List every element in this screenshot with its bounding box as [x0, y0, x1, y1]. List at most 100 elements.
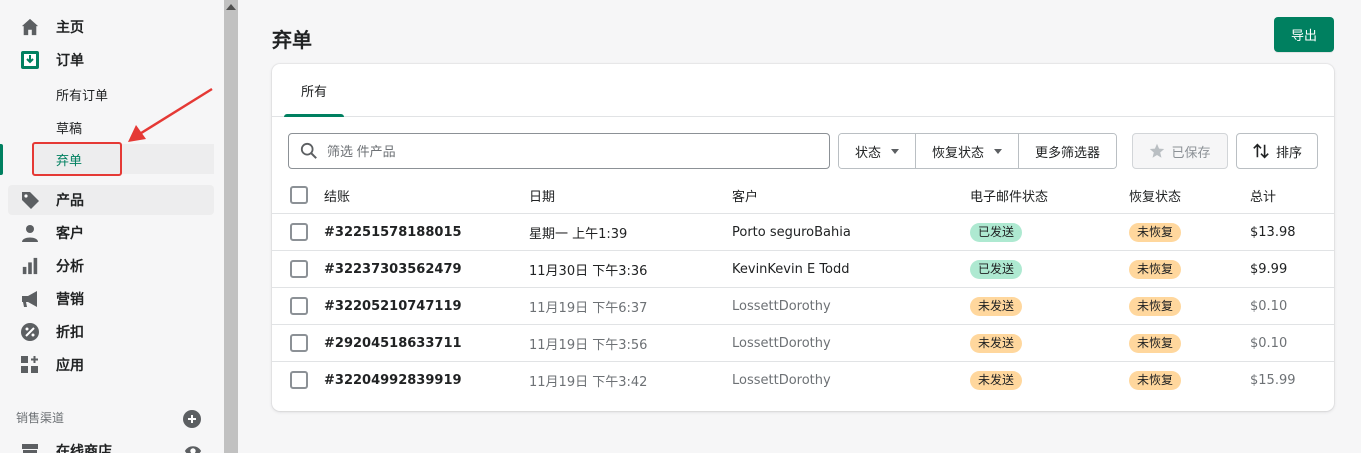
more-filters-label: 更多筛选器	[1035, 145, 1101, 161]
sort-label: 排序	[1275, 145, 1302, 161]
recovery-status-cell: 未恢复	[1129, 288, 1182, 325]
email-status-badge: 未发送	[970, 334, 1023, 353]
checkout-date: 11月19日 下午3:56	[529, 338, 648, 353]
nav-label: 产品	[56, 193, 84, 209]
order-number: #32204992839919	[324, 373, 462, 388]
customer-name: LossettDorothy	[732, 373, 831, 388]
eye-icon[interactable]	[184, 442, 202, 453]
order-number: #32205210747119	[324, 299, 462, 314]
col-checkout[interactable]: 结账	[324, 177, 350, 213]
row-checkbox[interactable]	[290, 260, 308, 278]
order-total: $13.98	[1250, 225, 1296, 240]
recovery-status-cell: 未恢复	[1129, 325, 1182, 362]
tab-bar: 所有	[272, 64, 1334, 117]
table-row[interactable]: #32237303562479 11月30日 下午3:36 KevinKevin E…	[272, 251, 1334, 288]
caret-down-icon	[891, 148, 900, 154]
order-total: $9.99	[1250, 262, 1288, 277]
customer-name: KevinKevin E Todd	[732, 262, 850, 277]
megaphone-icon	[19, 288, 41, 310]
recovery-status-cell: 未恢复	[1129, 362, 1182, 399]
saved-button[interactable]: 已保存	[1132, 133, 1228, 169]
nav-item-online-store[interactable]: 在线商店	[8, 436, 214, 453]
status-filter-button[interactable]: 状态	[839, 134, 917, 168]
sub-item-label: 所有订单	[56, 88, 109, 104]
nav-label: 客户	[56, 226, 84, 242]
nav-label: 应用	[56, 358, 84, 374]
table-row[interactable]: #32251578188015 星期一 上午1:39 Porto seguroBah…	[272, 214, 1334, 251]
tab-underline	[284, 114, 344, 117]
page-title: 弃单	[272, 28, 312, 52]
col-recovery-status[interactable]: 恢复状态	[1129, 177, 1181, 213]
order-number: #29204518633711	[324, 336, 462, 351]
recovery-status-badge: 未恢复	[1129, 334, 1182, 353]
plus-icon	[188, 415, 196, 423]
email-status-badge: 已发送	[970, 223, 1023, 242]
search-input[interactable]	[327, 143, 807, 159]
recovery-status-badge: 未恢复	[1129, 371, 1182, 390]
recovery-status-cell: 未恢复	[1129, 251, 1182, 288]
customer-name: LossettDorothy	[732, 336, 831, 351]
nav-item-discounts[interactable]: 折扣	[8, 317, 214, 347]
nav-label: 在线商店	[56, 444, 112, 453]
recovery-filter-label: 恢复状态	[932, 145, 985, 161]
export-button[interactable]: 导出	[1274, 17, 1334, 52]
col-total[interactable]: 总计	[1250, 177, 1276, 213]
store-icon	[19, 440, 41, 453]
sort-button[interactable]: 排序	[1236, 133, 1318, 169]
tag-icon	[19, 189, 41, 211]
email-status-cell: 未发送	[970, 362, 1023, 399]
row-checkbox[interactable]	[290, 371, 308, 389]
search-field[interactable]	[288, 133, 830, 169]
more-filters-button[interactable]: 更多筛选器	[1019, 134, 1117, 168]
nav-label: 主页	[56, 20, 84, 36]
search-icon	[299, 141, 319, 161]
sales-channels-label: 销售渠道	[16, 411, 65, 425]
row-checkbox[interactable]	[290, 334, 308, 352]
col-email-status[interactable]: 电子邮件状态	[970, 177, 1048, 213]
star-icon	[1150, 143, 1165, 158]
customer-name: Porto seguroBahia	[732, 225, 851, 240]
row-checkbox[interactable]	[290, 297, 308, 315]
email-status-cell: 已发送	[970, 251, 1023, 288]
order-total: $15.99	[1250, 373, 1296, 388]
caret-down-icon	[994, 148, 1003, 154]
nav-item-analytics[interactable]: 分析	[8, 251, 214, 281]
col-customer[interactable]: 客户	[732, 177, 758, 213]
sidebar: 主页 订单 所有订单 草稿 弃单 产品 客户 分析 营销 折扣 应用 销售渠道 …	[0, 0, 224, 453]
col-date[interactable]: 日期	[529, 177, 555, 213]
table-row[interactable]: #32205210747119 11月19日 下午6:37 LossettDorot…	[272, 288, 1334, 325]
recovery-filter-button[interactable]: 恢复状态	[916, 134, 1020, 168]
email-status-badge: 未发送	[970, 371, 1023, 390]
email-status-badge: 未发送	[970, 297, 1023, 316]
nav-label: 分析	[56, 259, 84, 275]
recovery-status-cell: 未恢复	[1129, 214, 1182, 251]
nav-label: 营销	[56, 292, 84, 308]
sidebar-scrollbar[interactable]	[224, 0, 238, 453]
scroll-up-arrow-icon[interactable]	[226, 4, 236, 10]
select-all-checkbox[interactable]	[290, 186, 308, 204]
filter-group: 状态 恢复状态 更多筛选器	[838, 133, 1118, 169]
nav-item-orders[interactable]: 订单	[8, 45, 214, 75]
email-status-badge: 已发送	[970, 260, 1023, 279]
order-total: $0.10	[1250, 336, 1288, 351]
nav-item-products[interactable]: 产品	[8, 185, 214, 215]
table-row[interactable]: #29204518633711 11月19日 下午3:56 LossettDorot…	[272, 325, 1334, 362]
row-checkbox[interactable]	[290, 223, 308, 241]
checkout-date: 11月19日 下午6:37	[529, 301, 648, 316]
nav-item-apps[interactable]: 应用	[8, 350, 214, 380]
email-status-cell: 未发送	[970, 325, 1023, 362]
tab-all[interactable]: 所有	[284, 64, 344, 117]
table-row[interactable]: #32204992839919 11月19日 下午3:42 LossettDorot…	[272, 362, 1334, 399]
checkout-date: 11月30日 下午3:36	[529, 264, 648, 279]
nav-item-home[interactable]: 主页	[8, 12, 214, 42]
annotation-arrow	[128, 87, 213, 142]
apps-icon	[19, 354, 41, 376]
sub-item-label: 草稿	[56, 121, 83, 137]
nav-label: 订单	[56, 53, 84, 69]
checkout-date: 星期一 上午1:39	[529, 227, 628, 242]
checkout-date: 11月19日 下午3:42	[529, 375, 648, 390]
customer-name: LossettDorothy	[732, 299, 831, 314]
add-channel-button[interactable]	[183, 410, 201, 428]
nav-item-customers[interactable]: 客户	[8, 218, 214, 248]
nav-item-marketing[interactable]: 营销	[8, 284, 214, 314]
